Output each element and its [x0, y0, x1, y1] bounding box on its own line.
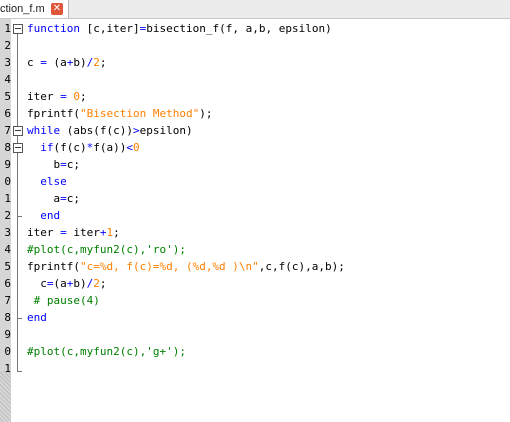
code-editor[interactable]: function [c,iter]=bisection_f(f, a,b, ep…	[24, 19, 510, 422]
line-number: 0	[4, 175, 11, 188]
close-tab-icon[interactable]: ✕	[51, 3, 63, 15]
line-number: 8	[4, 141, 11, 154]
line-number: 3	[4, 56, 11, 69]
line-number: 0	[4, 345, 11, 358]
line-number: 6	[4, 107, 11, 120]
code-line[interactable]: fprintf("Bisection Method");	[27, 105, 212, 122]
line-number: 7	[4, 124, 11, 137]
code-line[interactable]: # pause(4)	[27, 292, 100, 309]
fold-toggle-if-icon[interactable]	[13, 143, 23, 153]
line-number: 2	[4, 39, 11, 52]
code-line[interactable]: fprintf("c=%d, f(c)=%d, (%d,%d )\n",c,f(…	[27, 258, 345, 275]
line-number: 5	[4, 260, 11, 273]
code-line[interactable]: iter = iter+1;	[27, 224, 120, 241]
code-line[interactable]: c = (a+b)/2;	[27, 54, 107, 71]
code-line[interactable]: c=(a+b)/2;	[27, 275, 106, 292]
file-tab-label: ction_f.m	[0, 3, 45, 15]
fold-margin	[11, 19, 24, 422]
code-line[interactable]: iter = 0;	[27, 88, 87, 105]
file-tab[interactable]: ction_f.m ✕	[0, 0, 69, 18]
fold-toggle-function-icon[interactable]	[13, 24, 23, 34]
fold-end-function-marker	[17, 371, 22, 372]
line-number: 7	[4, 294, 11, 307]
line-number: 1	[4, 192, 11, 205]
code-line[interactable]: end	[27, 207, 60, 224]
fold-toggle-while-icon[interactable]	[13, 126, 23, 136]
line-number-gutter: 1 2 3 4 5 6 7 8 9 0 1 2 3 4 5 6 7 8 9 0 1	[0, 19, 11, 422]
code-line[interactable]: #plot(c,myfun2(c),'ro');	[27, 241, 186, 258]
gutter-empty-area	[0, 371, 11, 422]
line-number: 4	[4, 73, 11, 86]
editor-tab-bar: ction_f.m ✕	[0, 0, 510, 19]
line-number: 9	[4, 158, 11, 171]
code-line[interactable]: function [c,iter]=bisection_f(f, a,b, ep…	[27, 20, 332, 37]
code-line[interactable]: while (abs(f(c))>epsilon)	[27, 122, 193, 139]
code-line[interactable]: b=c;	[27, 156, 80, 173]
fold-range-line-function	[17, 34, 18, 372]
fold-end-while-marker	[17, 318, 22, 319]
line-number: 5	[4, 90, 11, 103]
line-number: 1	[4, 362, 11, 375]
code-line[interactable]: if(f(c)*f(a))<0	[27, 139, 139, 156]
line-number: 2	[4, 209, 11, 222]
line-number: 6	[4, 277, 11, 290]
line-number: 4	[4, 243, 11, 256]
code-line[interactable]: a=c;	[27, 190, 80, 207]
line-number: 9	[4, 328, 11, 341]
line-number: 1	[4, 22, 11, 35]
line-number: 3	[4, 226, 11, 239]
code-line[interactable]: #plot(c,myfun2(c),'g+');	[27, 343, 186, 360]
code-line[interactable]: else	[27, 173, 67, 190]
code-line[interactable]: end	[27, 309, 47, 326]
fold-end-if-marker	[17, 216, 22, 217]
line-number: 8	[4, 311, 11, 324]
